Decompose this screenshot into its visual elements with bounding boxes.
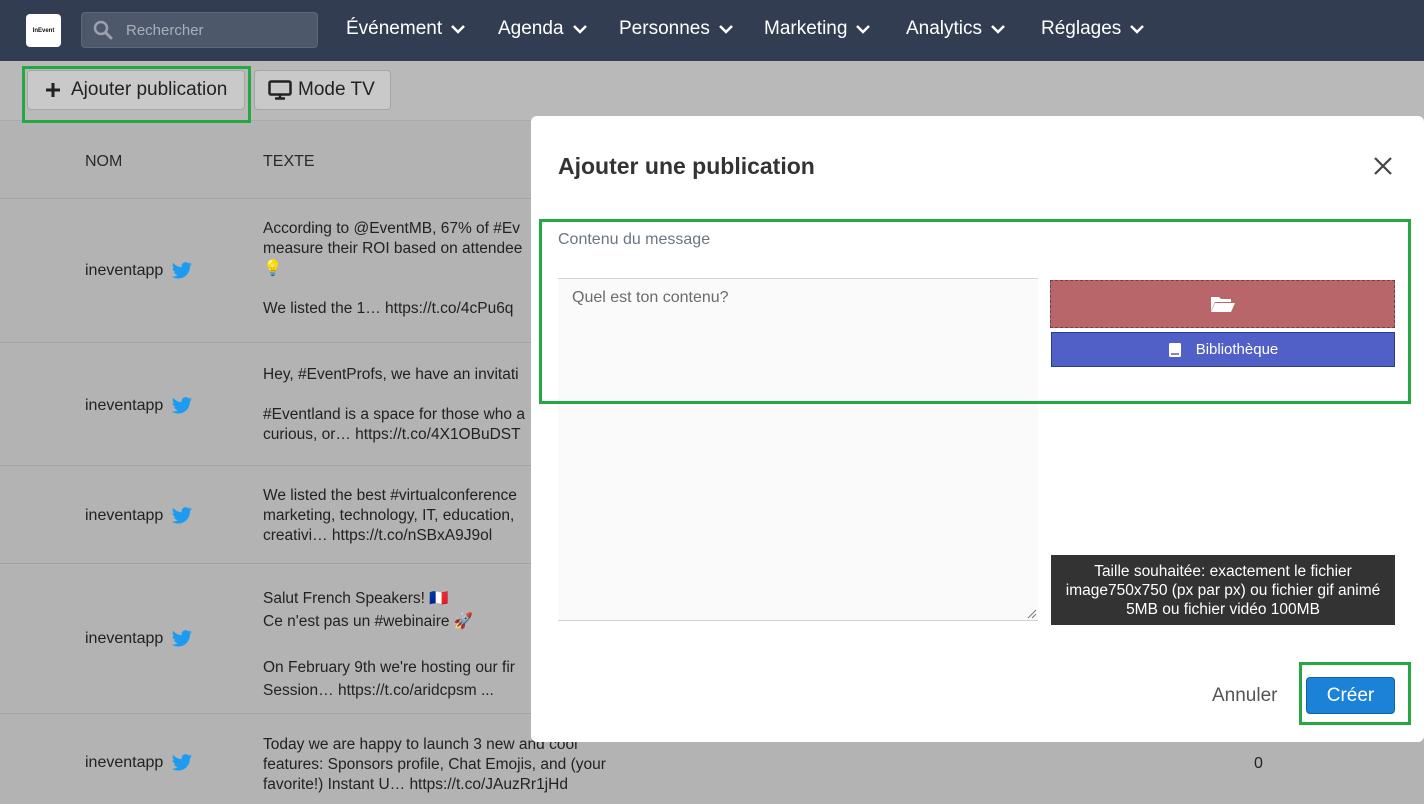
content-area-highlight: [539, 219, 1411, 404]
create-button-highlight: [1299, 662, 1411, 725]
modal-title: Ajouter une publication: [558, 153, 815, 179]
nav-label: Événement: [346, 18, 443, 39]
author-name: ineventapp: [85, 507, 164, 524]
nav-evenement[interactable]: Événement: [346, 18, 466, 40]
twitter-icon: [172, 630, 193, 647]
top-navbar: InEvent Rechercher Événement Agenda Pers…: [0, 0, 1424, 61]
nav-label: Personnes: [619, 18, 710, 39]
nav-label: Agenda: [498, 18, 564, 39]
row-author: ineventapp: [85, 397, 193, 415]
row-author: ineventapp: [85, 262, 193, 280]
resize-handle-icon[interactable]: [1025, 607, 1037, 619]
row-text: According to @EventMB, 67% of #Ev measur…: [263, 220, 523, 317]
column-header-text: TEXTE: [263, 153, 315, 170]
author-name: ineventapp: [85, 397, 164, 414]
logo-text: InEvent: [32, 27, 55, 34]
row-author: ineventapp: [85, 507, 193, 525]
chevron-down-icon: [856, 25, 871, 34]
monitor-icon: [268, 80, 292, 100]
nav-reglages[interactable]: Réglages: [1041, 18, 1145, 40]
cancel-button[interactable]: Annuler: [1212, 685, 1278, 707]
tv-mode-label: Mode TV: [298, 79, 375, 100]
twitter-icon: [172, 397, 193, 414]
file-size-hint: Taille souhaitée: exactement le fichier …: [1051, 555, 1395, 625]
nav-label: Analytics: [906, 18, 983, 39]
search-placeholder: Rechercher: [126, 21, 204, 39]
nav-label: Marketing: [764, 18, 848, 39]
row-author: ineventapp: [85, 630, 193, 648]
chevron-down-icon: [991, 25, 1005, 34]
twitter-icon: [172, 262, 193, 279]
row-author: ineventapp: [85, 754, 193, 772]
close-icon[interactable]: [1373, 156, 1393, 176]
inevent-logo[interactable]: InEvent: [26, 14, 61, 47]
row-text: We listed the best #virtualconference ma…: [263, 487, 517, 544]
add-publication-highlight: [22, 66, 251, 123]
nav-label: Réglages: [1041, 18, 1122, 39]
search-icon: [93, 20, 113, 40]
chevron-down-icon: [718, 25, 733, 34]
row-text: Salut French Speakers! 🇫🇷 Ce n'est pas u…: [263, 590, 515, 699]
twitter-icon: [172, 754, 193, 771]
nav-agenda[interactable]: Agenda: [498, 18, 588, 40]
author-name: ineventapp: [85, 754, 164, 771]
row-text: Hey, #EventProfs, we have an invitati #E…: [263, 366, 525, 443]
author-name: ineventapp: [85, 630, 164, 647]
row-text: Today we are happy to launch 3 new and c…: [263, 736, 606, 793]
search-input[interactable]: Rechercher: [81, 12, 318, 48]
author-name: ineventapp: [85, 262, 164, 279]
nav-personnes[interactable]: Personnes: [619, 18, 734, 40]
nav-marketing[interactable]: Marketing: [764, 18, 871, 40]
add-publication-modal: Ajouter une publication Contenu du messa…: [531, 116, 1424, 742]
column-header-name: NOM: [85, 153, 123, 170]
twitter-icon: [172, 507, 193, 524]
row-count: 0: [1254, 755, 1263, 772]
chevron-down-icon: [572, 25, 587, 34]
tv-mode-button[interactable]: Mode TV: [254, 70, 391, 110]
chevron-down-icon: [451, 25, 466, 34]
chevron-down-icon: [1130, 25, 1145, 34]
nav-analytics[interactable]: Analytics: [906, 18, 1006, 40]
